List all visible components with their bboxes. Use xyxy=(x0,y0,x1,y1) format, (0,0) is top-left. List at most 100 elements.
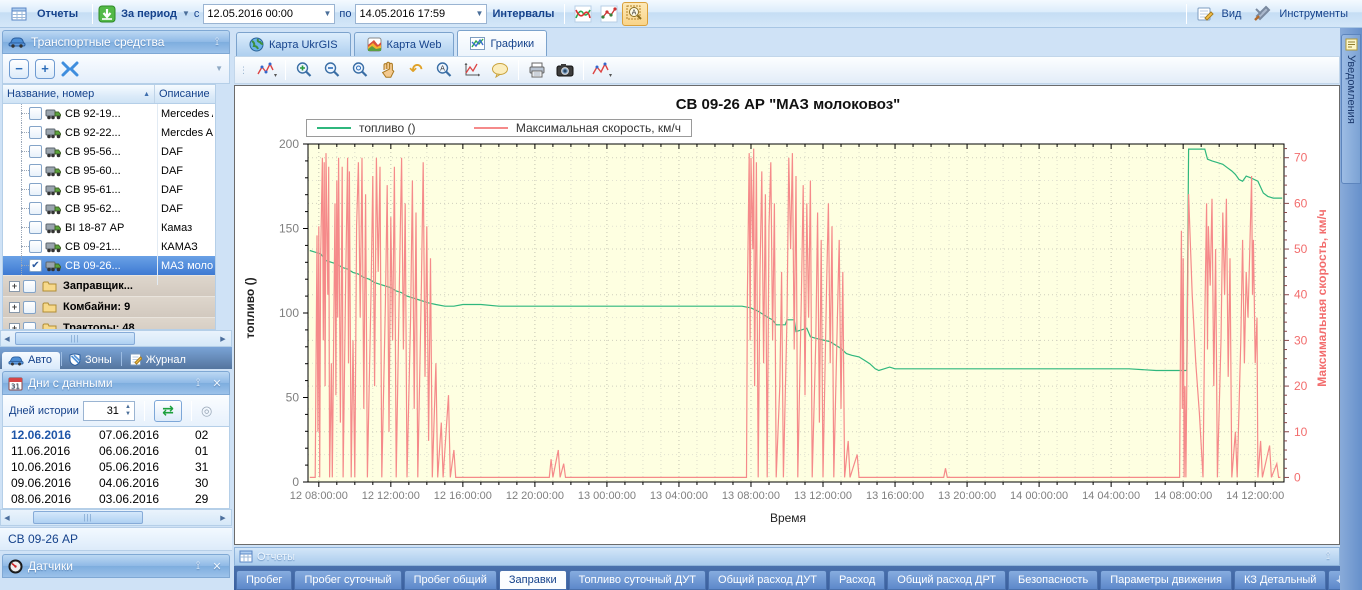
vehicle-row[interactable]: СВ 92-19...Mercedes A xyxy=(3,104,215,123)
date-row[interactable]: 12.06.201607.06.201602 xyxy=(3,427,229,443)
vehicle-checkbox[interactable] xyxy=(29,240,42,253)
date-from-input[interactable]: 12.05.2016 00:00 ▼ xyxy=(203,4,335,24)
reports-button[interactable]: Отчеты xyxy=(6,3,87,25)
markers-chart-button[interactable] xyxy=(596,2,622,26)
reports-bottom-bar[interactable]: Отчеты ⟟ xyxy=(234,547,1340,566)
date-cell[interactable]: 10.06.2016 xyxy=(3,460,99,474)
report-tab[interactable]: Пробег суточный xyxy=(294,570,401,590)
scroll-left-arrow[interactable]: ◀ xyxy=(1,335,13,343)
axes-chart-button[interactable] xyxy=(459,58,485,82)
report-tab[interactable]: Общий расход ДРТ xyxy=(887,570,1006,590)
chart-plot-area[interactable]: 12 08:00:0012 12:00:0012 16:00:0012 20:0… xyxy=(235,86,1341,546)
report-tab[interactable]: Пробег xyxy=(236,570,292,590)
pan-hand-button[interactable] xyxy=(375,58,401,82)
date-row[interactable]: 11.06.201606.06.201601 xyxy=(3,443,229,459)
scroll-right-arrow[interactable]: ▶ xyxy=(217,514,229,522)
sidebar-tab-zony[interactable]: Зоны xyxy=(63,351,120,369)
report-tab[interactable]: Топливо суточный ДУТ xyxy=(569,570,706,590)
group-checkbox[interactable] xyxy=(23,280,36,293)
date-cell[interactable]: 29 xyxy=(195,492,225,506)
scrollbar-thumb[interactable]: ||| xyxy=(15,332,135,345)
pin-icon[interactable]: ⟟ xyxy=(210,36,224,49)
zoom-a-button[interactable]: A xyxy=(622,2,648,26)
date-cell[interactable]: 03.06.2016 xyxy=(99,492,195,506)
stepper-down-arrow[interactable]: ▼ xyxy=(122,411,134,418)
main-tab-karta-ukrgis[interactable]: Карта UkrGIS xyxy=(236,32,351,56)
scroll-right-arrow[interactable]: ▶ xyxy=(217,335,229,343)
vehicle-row[interactable]: СВ 92-22...Mercdes Ac xyxy=(3,123,215,142)
date-cell[interactable]: 12.06.2016 xyxy=(3,428,99,442)
report-tab[interactable]: Параметры движения xyxy=(1100,570,1232,590)
pin-icon[interactable]: ⟟ xyxy=(191,560,205,573)
date-row[interactable]: 09.06.201604.06.201630 xyxy=(3,475,229,491)
snapshot-button[interactable] xyxy=(552,58,578,82)
curves-chart-button[interactable] xyxy=(570,2,596,26)
filter-x-button[interactable] xyxy=(61,61,79,77)
days-horizontal-scrollbar[interactable]: ◀ ||| ▶ xyxy=(0,509,232,526)
vehicle-row[interactable]: СВ 95-62...DAF xyxy=(3,199,215,218)
chart-type-button[interactable] xyxy=(589,58,615,82)
group-checkbox[interactable] xyxy=(23,301,36,314)
intervals-label[interactable]: Интервалы xyxy=(492,8,554,20)
report-tab[interactable]: КЗ Детальный xyxy=(1234,570,1327,590)
date-cell[interactable]: 07.06.2016 xyxy=(99,428,195,442)
date-to-dropdown[interactable]: ▼ xyxy=(476,9,484,18)
report-tab[interactable]: Пробег общий xyxy=(404,570,497,590)
history-days-stepper[interactable]: 31 ▲▼ xyxy=(83,401,135,421)
date-cell[interactable]: 11.06.2016 xyxy=(3,444,99,458)
column-name-label[interactable]: Название, номер xyxy=(7,88,94,100)
date-cell[interactable]: 04.06.2016 xyxy=(99,476,195,490)
scroll-left-arrow[interactable]: ◀ xyxy=(1,514,13,522)
expand-plus-icon[interactable]: + xyxy=(9,281,20,292)
period-dropdown-arrow[interactable]: ▼ xyxy=(182,9,190,18)
vehicle-group-row[interactable]: +Заправщик... xyxy=(3,275,215,296)
vehicle-row[interactable]: ВІ 18-87 АРКамаз xyxy=(3,218,215,237)
period-label[interactable]: За период xyxy=(121,8,177,20)
refresh-button[interactable]: ⇄ xyxy=(154,400,182,422)
notifications-tab[interactable]: Уведомления xyxy=(1341,34,1361,184)
zoom-annotation-button[interactable]: A xyxy=(431,58,457,82)
date-cell[interactable]: 05.06.2016 xyxy=(99,460,195,474)
sidebar-tab-avto[interactable]: Авто xyxy=(2,352,60,369)
vehicles-columns-header[interactable]: Название, номер▲ Описание xyxy=(2,84,216,104)
date-cell[interactable]: 02 xyxy=(195,428,225,442)
vehicle-group-row[interactable]: +Тракторы: 48 xyxy=(3,317,215,330)
pin-icon[interactable]: ⟟ xyxy=(191,377,205,390)
chevron-down-icon[interactable]: ▼ xyxy=(215,64,223,73)
collapse-minus-button[interactable]: − xyxy=(9,59,29,79)
vehicle-row[interactable]: ✔СВ 09-26...МАЗ молок xyxy=(3,256,215,275)
vehicle-row[interactable]: СВ 95-56...DAF xyxy=(3,142,215,161)
pin-icon[interactable]: ⟟ xyxy=(1321,550,1335,563)
date-cell[interactable]: 30 xyxy=(195,476,225,490)
date-cell[interactable]: 08.06.2016 xyxy=(3,492,99,506)
date-cell[interactable]: 31 xyxy=(195,460,225,474)
clear-filter-icon[interactable]: ◎ xyxy=(201,403,212,419)
vehicle-checkbox[interactable] xyxy=(29,202,42,215)
vehicle-checkbox[interactable]: ✔ xyxy=(29,259,42,272)
stepper-up-arrow[interactable]: ▲ xyxy=(122,404,134,411)
series-style-button[interactable] xyxy=(254,58,280,82)
main-tab-grafiki[interactable]: Графики xyxy=(457,30,547,56)
vehicle-group-row[interactable]: +Комбайни: 9 xyxy=(3,296,215,317)
report-tab[interactable]: Расход xyxy=(829,570,885,590)
vehicle-row[interactable]: СВ 09-21...КАМАЗ xyxy=(3,237,215,256)
vehicle-checkbox[interactable] xyxy=(29,107,42,120)
report-tab[interactable]: Общий расход ДУТ xyxy=(708,570,827,590)
expand-plus-icon[interactable]: + xyxy=(9,323,20,331)
comment-bubble-button[interactable] xyxy=(487,58,513,82)
tools-button[interactable]: Инструменты xyxy=(1249,3,1356,25)
close-icon[interactable]: ✕ xyxy=(210,377,224,390)
scrollbar-thumb[interactable]: ||| xyxy=(33,511,143,524)
date-cell[interactable]: 06.06.2016 xyxy=(99,444,195,458)
vehicle-row[interactable]: СВ 95-61...DAF xyxy=(3,180,215,199)
report-tab[interactable]: Заправки xyxy=(499,570,567,590)
date-cell[interactable]: 09.06.2016 xyxy=(3,476,99,490)
vehicle-checkbox[interactable] xyxy=(29,126,42,139)
toolbar-grip[interactable]: ⋮ xyxy=(239,65,248,76)
date-to-input[interactable]: 14.05.2016 17:59 ▼ xyxy=(355,4,487,24)
vehicles-horizontal-scrollbar[interactable]: ◀ ||| ▶ xyxy=(0,330,232,347)
vehicle-checkbox[interactable] xyxy=(29,145,42,158)
date-row[interactable]: 08.06.201603.06.201629 xyxy=(3,491,229,507)
vehicle-row[interactable]: СВ 95-60...DAF xyxy=(3,161,215,180)
sidebar-tab-zhurnal[interactable]: Журнал xyxy=(123,351,194,369)
